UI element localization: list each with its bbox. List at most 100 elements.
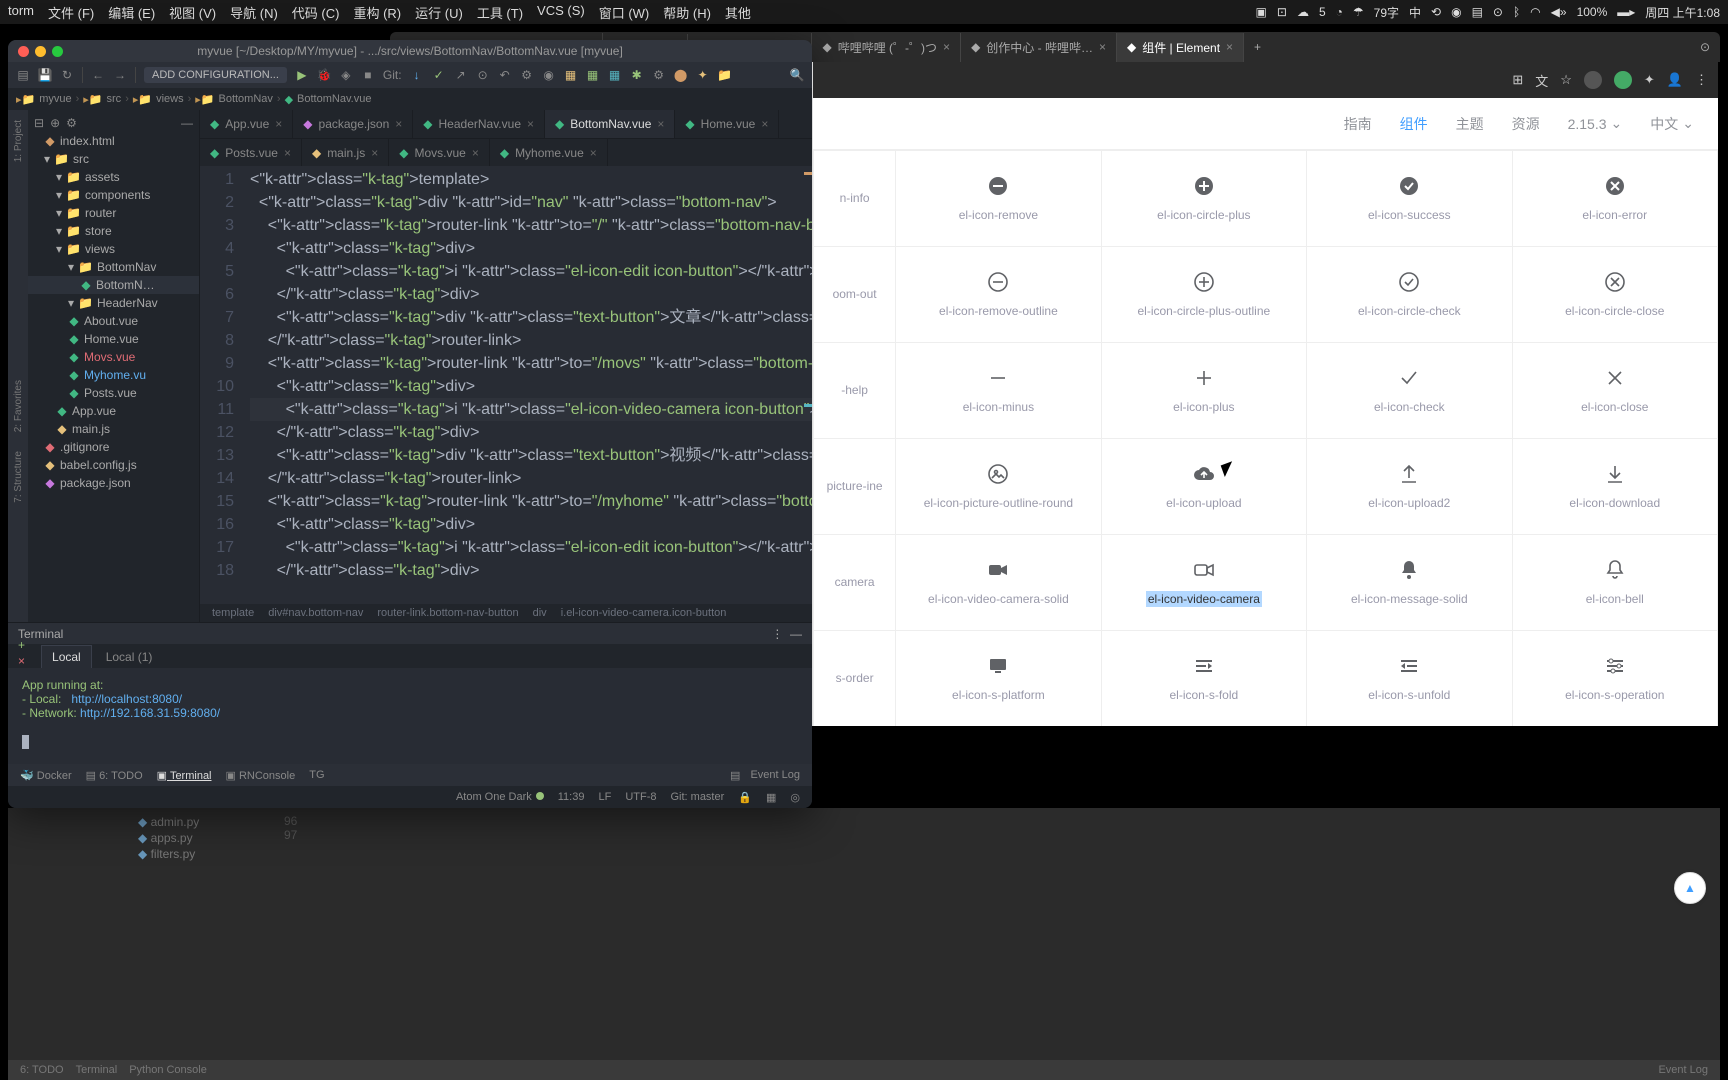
- menu-item[interactable]: 其他: [725, 3, 751, 22]
- breadcrumb-segment[interactable]: router-link.bottom-nav-button: [377, 607, 518, 619]
- editor-breadcrumb[interactable]: templatediv#nav.bottom-navrouter-link.bo…: [200, 604, 812, 622]
- star-icon[interactable]: ☆: [1560, 72, 1572, 88]
- nav-theme[interactable]: 主题: [1456, 114, 1484, 134]
- icon-cell[interactable]: el-icon-success: [1307, 151, 1512, 247]
- back-icon[interactable]: ←: [91, 68, 105, 82]
- bg-file[interactable]: ◆ admin.py: [138, 814, 199, 830]
- browser-tab[interactable]: ◆组件 | Element×: [1117, 33, 1244, 62]
- term-min-icon[interactable]: —: [790, 627, 802, 641]
- tree-file[interactable]: ◆Posts.vue: [28, 384, 199, 402]
- more-icon[interactable]: ⋮: [1695, 72, 1708, 88]
- menu-item[interactable]: 视图 (V): [169, 3, 216, 22]
- translate-icon[interactable]: 文: [1535, 71, 1548, 90]
- tab-close-icon[interactable]: ×: [761, 117, 768, 131]
- menu-item[interactable]: 编辑 (E): [108, 3, 155, 22]
- icon-cell[interactable]: el-icon-s-platform: [896, 631, 1101, 727]
- theme-status[interactable]: Atom One Dark: [456, 791, 544, 803]
- icon-cell[interactable]: el-icon-circle-check: [1307, 247, 1512, 343]
- menu-item[interactable]: VCS (S): [537, 3, 585, 22]
- tree-folder[interactable]: ▾📁assets: [28, 168, 199, 186]
- tree-file[interactable]: ◆Home.vue: [28, 330, 199, 348]
- favorites-tab[interactable]: 2: Favorites: [13, 376, 24, 436]
- term-tab-local1[interactable]: Local (1): [96, 646, 163, 668]
- mem-icon[interactable]: ▦: [766, 791, 776, 804]
- editor-tab[interactable]: ◆main.js×: [302, 139, 389, 166]
- extensions-icon[interactable]: ✦: [1644, 72, 1655, 88]
- tab-close-icon[interactable]: ×: [275, 117, 282, 131]
- breadcrumb-segment[interactable]: div#nav.bottom-nav: [268, 607, 363, 619]
- editor-tab[interactable]: ◆Myhome.vue×: [490, 139, 608, 166]
- plugin-icon[interactable]: ▦: [564, 68, 578, 82]
- git-commit-icon[interactable]: ✓: [432, 68, 446, 82]
- icon-cell[interactable]: el-icon-message-solid: [1307, 535, 1512, 631]
- forward-icon[interactable]: →: [113, 68, 127, 82]
- line-sep[interactable]: LF: [598, 791, 611, 803]
- save-icon[interactable]: 💾: [38, 68, 52, 82]
- ext1-icon[interactable]: ⊞: [1512, 72, 1523, 88]
- tab-close-icon[interactable]: ×: [943, 40, 950, 54]
- editor-tab[interactable]: ◆App.vue×: [200, 110, 293, 138]
- docker-tool[interactable]: 🐳 Docker: [20, 769, 72, 782]
- icon-cell[interactable]: el-icon-s-operation: [1512, 631, 1717, 727]
- icon-cell[interactable]: el-icon-circle-plus-outline: [1101, 247, 1306, 343]
- git-branch[interactable]: Git: master: [670, 791, 724, 803]
- lang-select[interactable]: 中文 ⌄: [1650, 114, 1694, 134]
- icon-cell[interactable]: el-icon-plus: [1101, 343, 1306, 439]
- event-log[interactable]: ▤ Event Log: [730, 769, 800, 782]
- tree-file[interactable]: ◆BottomN…: [28, 276, 199, 294]
- tree-file[interactable]: ◆App.vue: [28, 402, 199, 420]
- tab-close-icon[interactable]: ×: [1099, 40, 1106, 54]
- icon-cell[interactable]: el-icon-download: [1512, 439, 1717, 535]
- git-push-icon[interactable]: ↗: [454, 68, 468, 82]
- icon-cell[interactable]: el-icon-video-camera: [1101, 535, 1306, 631]
- tab-overflow-icon[interactable]: ⊙: [1700, 40, 1720, 54]
- icon-cell[interactable]: el-icon-close: [1512, 343, 1717, 439]
- nav-guide[interactable]: 指南: [1344, 114, 1372, 134]
- todo-tool[interactable]: ▤ 6: TODO: [86, 769, 143, 782]
- icon-cell[interactable]: el-icon-check: [1307, 343, 1512, 439]
- network-url[interactable]: http://192.168.31.59:8080/: [80, 706, 220, 720]
- folder-open-icon[interactable]: 📁: [718, 68, 732, 82]
- plugin3-icon[interactable]: ▦: [608, 68, 622, 82]
- icon-cell[interactable]: el-icon-remove-outline: [896, 247, 1101, 343]
- git-update-icon[interactable]: ↓: [410, 68, 424, 82]
- terminal-tool[interactable]: Terminal: [76, 1064, 118, 1076]
- icon-cell[interactable]: el-icon-remove: [896, 151, 1101, 247]
- ext-circle2-icon[interactable]: [1614, 71, 1632, 89]
- ext-circle-icon[interactable]: [1584, 71, 1602, 89]
- tab-close-icon[interactable]: ×: [590, 146, 597, 160]
- menu-item[interactable]: 工具 (T): [477, 3, 523, 22]
- tree-folder[interactable]: ▾📁components: [28, 186, 199, 204]
- todo-tool[interactable]: 6: TODO: [20, 1064, 64, 1076]
- icon-cell[interactable]: el-icon-error: [1512, 151, 1717, 247]
- search-icon[interactable]: 🔍: [790, 68, 804, 82]
- bg-file[interactable]: ◆ filters.py: [138, 846, 199, 862]
- project-tree[interactable]: ⊟ ⊕ ⚙ — ◆index.html▾📁src▾📁assets▾📁compon…: [28, 110, 200, 622]
- menu-item[interactable]: 代码 (C): [292, 3, 340, 22]
- icon-cell[interactable]: el-icon-circle-plus: [1101, 151, 1306, 247]
- icon-cell[interactable]: el-icon-video-camera-solid: [896, 535, 1101, 631]
- coverage-icon[interactable]: ◈: [339, 68, 353, 82]
- crumb-segment[interactable]: ◆BottomNav.vue: [285, 93, 372, 106]
- project-tab[interactable]: 1: Project: [13, 116, 24, 166]
- run-config[interactable]: ADD CONFIGURATION...: [144, 67, 287, 83]
- local-url[interactable]: http://localhost:8080/: [71, 692, 182, 706]
- icon-cell[interactable]: -help: [814, 343, 896, 439]
- term-more-icon[interactable]: ⋮: [771, 627, 783, 641]
- icon-cell[interactable]: el-icon-minus: [896, 343, 1101, 439]
- terminal-output[interactable]: App running at: - Local: http://localhos…: [8, 668, 812, 764]
- icon-cell[interactable]: el-icon-s-unfold: [1307, 631, 1512, 727]
- new-tab-button[interactable]: +: [1244, 40, 1271, 54]
- tab-close-icon[interactable]: ×: [527, 117, 534, 131]
- breadcrumb-segment[interactable]: i.el-icon-video-camera.icon-button: [561, 607, 727, 619]
- tree-folder[interactable]: ▾📁src: [28, 150, 199, 168]
- editor-tab[interactable]: ◆BottomNav.vue×: [545, 110, 675, 138]
- collapse-icon[interactable]: ⊟: [34, 116, 44, 130]
- editor-tab[interactable]: ◆Movs.vue×: [389, 139, 490, 166]
- tree-file[interactable]: ◆Myhome.vu: [28, 366, 199, 384]
- tab-close-icon[interactable]: ×: [657, 117, 664, 131]
- tree-folder[interactable]: ▾📁views: [28, 240, 199, 258]
- browser-tab[interactable]: ◆创作中心 - 哔哩哔…×: [961, 33, 1117, 62]
- debug-icon[interactable]: 🐞: [317, 68, 331, 82]
- icon-cell[interactable]: camera: [814, 535, 896, 631]
